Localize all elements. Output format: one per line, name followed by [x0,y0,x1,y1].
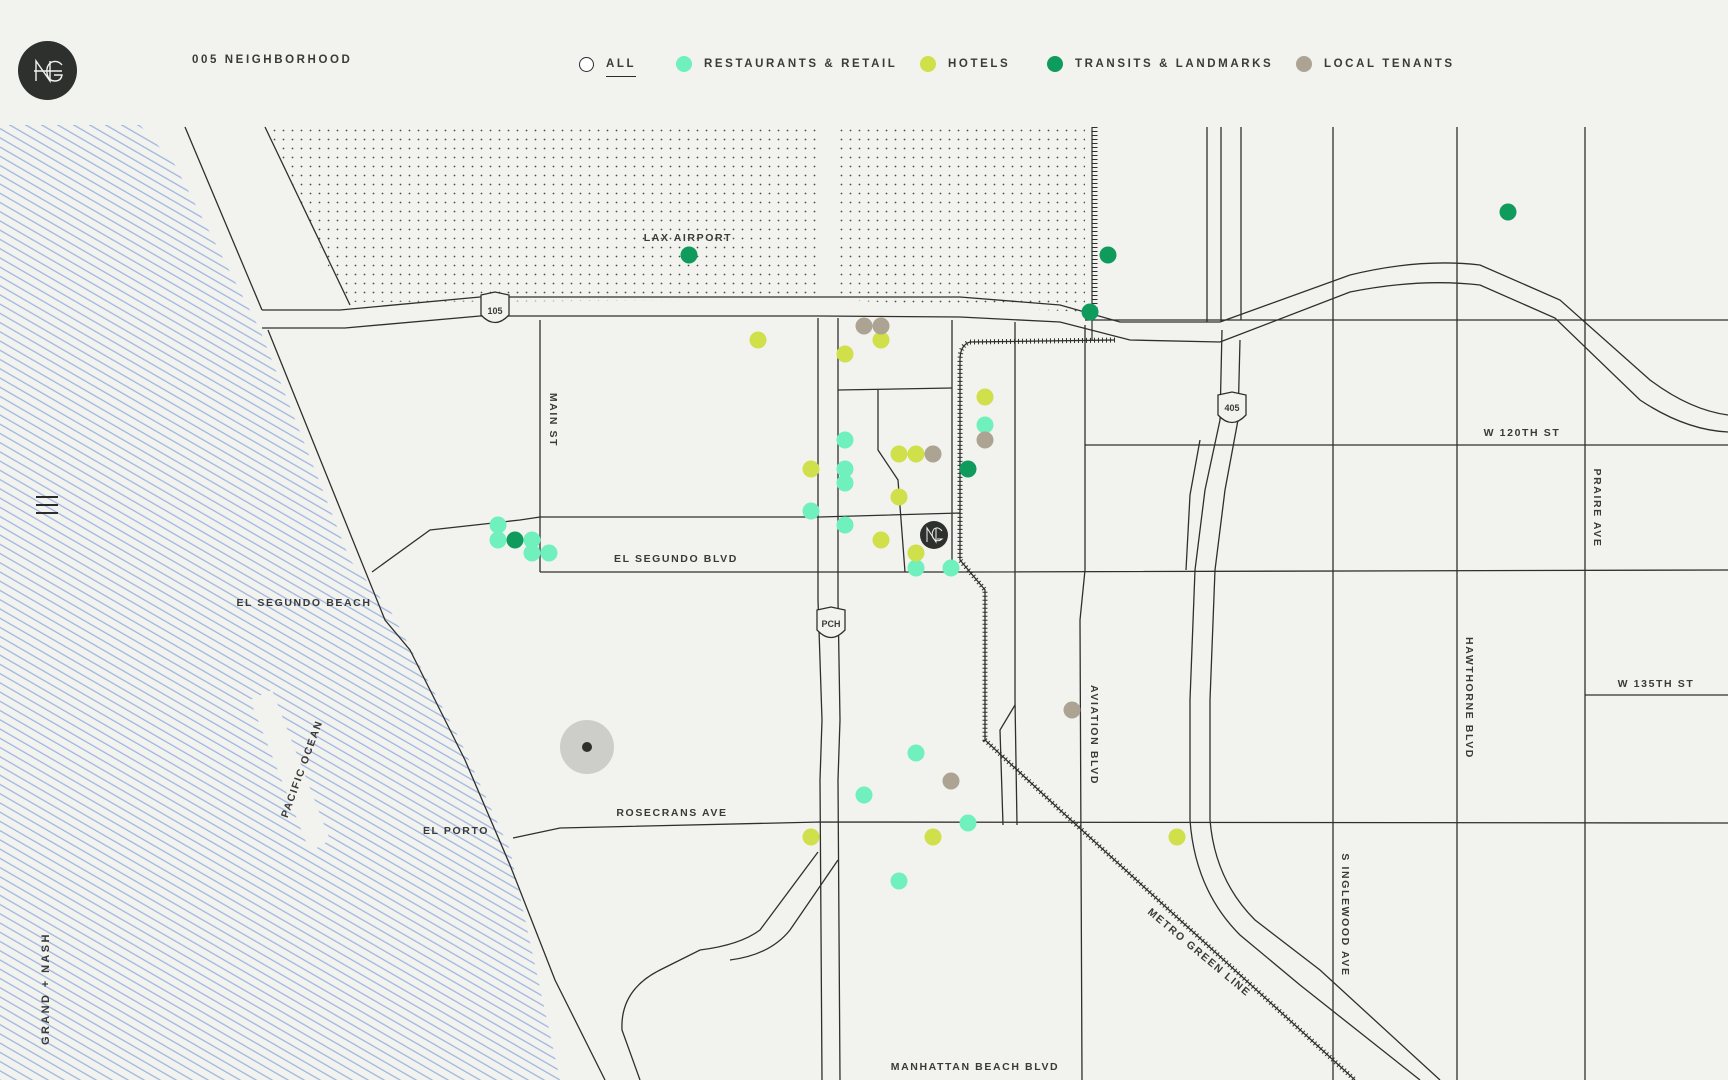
menu-line [36,512,58,514]
poi-hotel[interactable] [890,488,908,506]
current-location-marker[interactable] [560,720,614,774]
filter-restaurants-retail[interactable]: RESTAURANTS & RETAIL [676,52,897,76]
airport-area-west [267,128,818,302]
s-inglewood-ave-label: S INGLEWOOD AVE [1339,853,1351,976]
lax-airport-label: LAX AIRPORT [644,232,732,244]
w-135th-st-label: W 135TH ST [1618,678,1695,690]
poi-transit-landmark[interactable] [1081,303,1099,321]
poi-hotel[interactable] [976,388,994,406]
poi-hotel[interactable] [907,445,925,463]
el-porto-label: EL PORTO [423,825,489,837]
el-segundo-blvd-label: EL SEGUNDO BLVD [614,553,738,565]
property-marker-icon[interactable] [920,521,948,549]
filter-restaurants-dot [676,56,692,72]
poi-restaurant-retail[interactable] [976,416,994,434]
menu-line [36,504,58,506]
prairie-ave-label: PRAIRE AVE [1591,468,1603,547]
poi-restaurant-retail[interactable] [836,516,854,534]
poi-hotel[interactable] [836,345,854,363]
interstate-405-shield: 405 [1217,391,1247,424]
brand-wordmark: GRAND + NASH [40,932,52,1045]
shield-pch-label: PCH [821,619,840,629]
manhattan-beach-blvd-label: MANHATTAN BEACH BLVD [891,1061,1060,1073]
poi-restaurant-retail[interactable] [836,431,854,449]
poi-local-tenant[interactable] [872,317,890,335]
poi-restaurant-retail[interactable] [959,814,977,832]
poi-restaurant-retail[interactable] [836,474,854,492]
poi-restaurant-retail[interactable] [523,544,541,562]
poi-local-tenant[interactable] [942,772,960,790]
poi-hotel[interactable] [749,331,767,349]
poi-local-tenant[interactable] [855,317,873,335]
shield-405-label: 405 [1224,403,1239,413]
poi-restaurant-retail[interactable] [540,544,558,562]
filter-restaurants-label: RESTAURANTS & RETAIL [704,58,898,70]
filter-all[interactable]: ALL [579,52,637,77]
poi-restaurant-retail[interactable] [802,502,820,520]
poi-local-tenant[interactable] [976,431,994,449]
filter-local-tenants[interactable]: LOCAL TENANTS [1296,52,1455,76]
poi-transit-landmark[interactable] [680,246,698,264]
category-filters: ALL RESTAURANTS & RETAIL HOTELS TRANSITS… [0,52,1728,77]
filter-transits-landmarks[interactable]: TRANSITS & LANDMARKS [1047,52,1273,76]
menu-icon[interactable] [36,496,58,518]
hawthorne-blvd-label: HAWTHORNE BLVD [1463,637,1475,759]
poi-transit-landmark[interactable] [1099,246,1117,264]
filter-hotels-dot [920,56,936,72]
poi-hotel[interactable] [890,445,908,463]
poi-restaurant-retail[interactable] [855,786,873,804]
poi-hotel[interactable] [802,460,820,478]
aviation-blvd-label: AVIATION BLVD [1088,685,1100,785]
menu-line [36,496,58,498]
poi-hotel[interactable] [1168,828,1186,846]
filter-transit-dot [1047,56,1063,72]
top-bar: 005 NEIGHBORHOOD ALL RESTAURANTS & RETAI… [0,0,1728,125]
poi-restaurant-retail[interactable] [489,516,507,534]
poi-restaurant-retail[interactable] [907,744,925,762]
poi-transit-landmark[interactable] [506,531,524,549]
filter-tenants-label: LOCAL TENANTS [1324,58,1455,70]
poi-hotel[interactable] [907,544,925,562]
el-segundo-beach-label: EL SEGUNDO BEACH [236,597,371,609]
poi-hotel[interactable] [872,531,890,549]
pch-shield: PCH [816,606,846,639]
poi-transit-landmark[interactable] [959,460,977,478]
rosecrans-ave-label: ROSECRANS AVE [616,807,727,819]
neighborhood-map[interactable]: 105 405 PCH LAX AIRPORT EL SEGUNDO BLVD … [0,0,1728,1080]
poi-local-tenant[interactable] [924,445,942,463]
shield-105-label: 105 [487,306,502,316]
filter-transit-label: TRANSITS & LANDMARKS [1075,58,1274,70]
filter-hotels[interactable]: HOTELS [920,52,1010,76]
metro-green-line-label: METRO GREEN LINE [1145,906,1253,999]
filter-hotels-label: HOTELS [948,58,1011,70]
poi-restaurant-retail[interactable] [890,872,908,890]
poi-restaurant-retail[interactable] [489,531,507,549]
interstate-105-shield: 105 [480,291,510,324]
poi-local-tenant[interactable] [1063,701,1081,719]
poi-hotel[interactable] [802,828,820,846]
poi-hotel[interactable] [924,828,942,846]
main-st-label: MAIN ST [547,393,559,447]
poi-restaurant-retail[interactable] [942,559,960,577]
poi-transit-landmark[interactable] [1499,203,1517,221]
w-120th-st-label: W 120TH ST [1484,427,1561,439]
filter-tenants-dot [1296,56,1312,72]
filter-all-label: ALL [606,58,637,77]
filter-all-dot [579,57,594,72]
poi-restaurant-retail[interactable] [907,559,925,577]
airport-area-east [838,128,1085,312]
